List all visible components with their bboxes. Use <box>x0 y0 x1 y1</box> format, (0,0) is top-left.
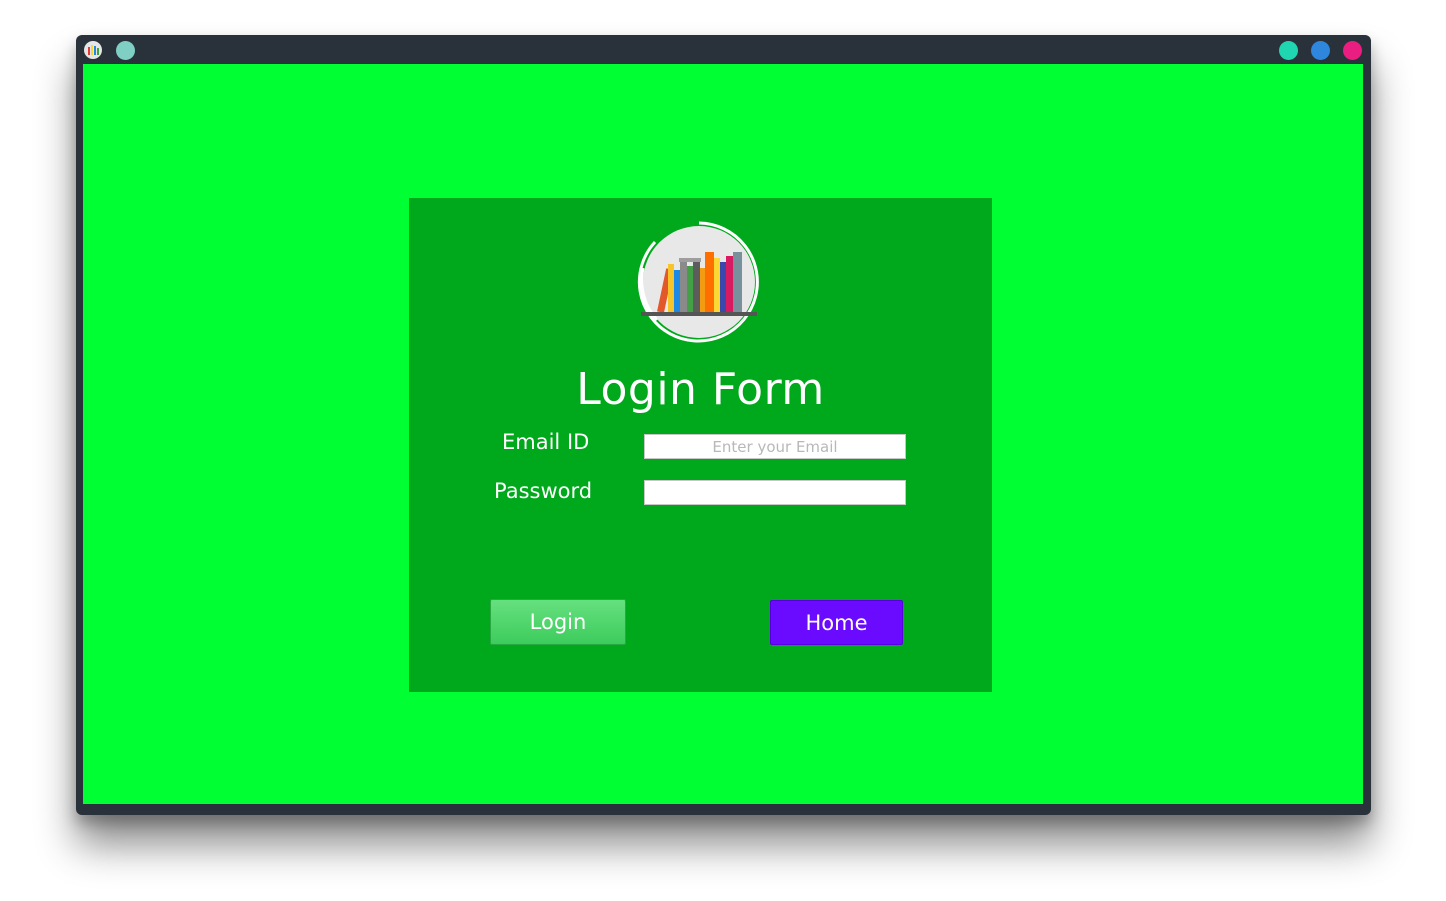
books-app-icon <box>84 41 102 59</box>
app-window: Login Form Email ID Password Login Home <box>76 35 1371 815</box>
window-content: Login Form Email ID Password Login Home <box>83 64 1363 804</box>
maximize-button[interactable] <box>1311 41 1330 60</box>
title-bar[interactable] <box>76 35 1371 64</box>
bookshelf-logo-icon <box>637 221 759 343</box>
email-field[interactable] <box>644 434 906 459</box>
page-title: Login Form <box>576 364 825 415</box>
login-panel: Login Form Email ID Password Login Home <box>409 198 992 692</box>
email-label: Email ID <box>502 430 590 454</box>
home-button[interactable]: Home <box>770 600 903 645</box>
window-control-teal-light[interactable] <box>116 41 135 60</box>
close-button[interactable] <box>1343 41 1362 60</box>
login-button[interactable]: Login <box>490 599 626 645</box>
password-field[interactable] <box>644 480 906 505</box>
password-label: Password <box>494 479 593 503</box>
minimize-button[interactable] <box>1279 41 1298 60</box>
